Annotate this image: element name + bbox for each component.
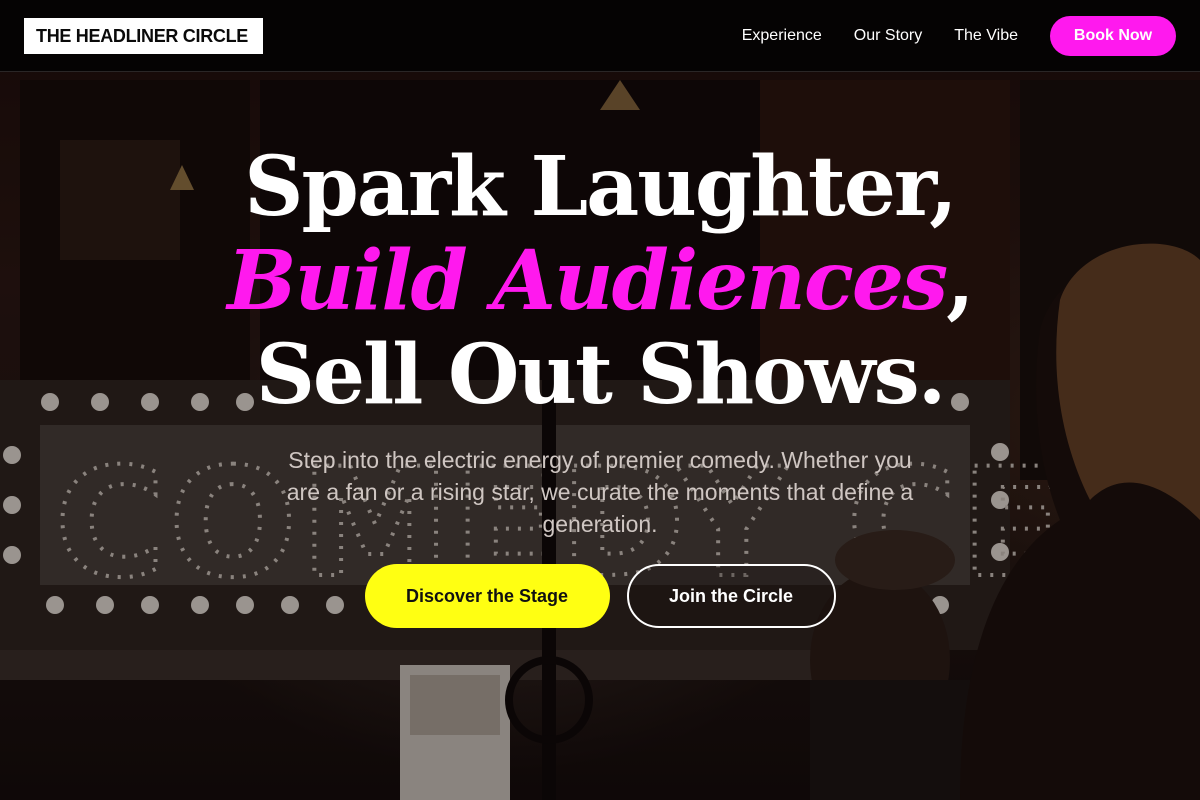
hero-cta-row: Discover the Stage Join the Circle	[0, 564, 1200, 628]
book-now-button[interactable]: Book Now	[1050, 15, 1176, 56]
hero-headline: Spark Laughter, Build Audiences, Sell Ou…	[0, 140, 1200, 422]
hero-section: Spark Laughter, Build Audiences, Sell Ou…	[0, 140, 1200, 628]
headline-accent: Build Audiences	[227, 233, 948, 329]
discover-the-stage-button[interactable]: Discover the Stage	[364, 564, 610, 628]
hero-subtext: Step into the electric energy of premier…	[286, 447, 914, 537]
main-nav: Experience Our Story The Vibe Book Now	[742, 15, 1176, 56]
headline-line-1: Spark Laughter,	[244, 139, 957, 235]
headline-line-2: Build Audiences,	[0, 234, 1200, 328]
nav-link-our-story[interactable]: Our Story	[854, 27, 922, 45]
site-logo[interactable]: THE HEADLINER CIRCLE	[24, 17, 263, 54]
headline-line-3: Sell Out Shows.	[255, 327, 947, 423]
page: COMEDY CELLAR THE HEADLINER CIRCLE Exper…	[0, 0, 1200, 800]
headline-comma: ,	[946, 233, 975, 329]
join-the-circle-button[interactable]: Join the Circle	[626, 564, 836, 628]
nav-link-the-vibe[interactable]: The Vibe	[954, 27, 1018, 45]
nav-link-experience[interactable]: Experience	[742, 27, 822, 45]
site-header: THE HEADLINER CIRCLE Experience Our Stor…	[0, 0, 1200, 72]
